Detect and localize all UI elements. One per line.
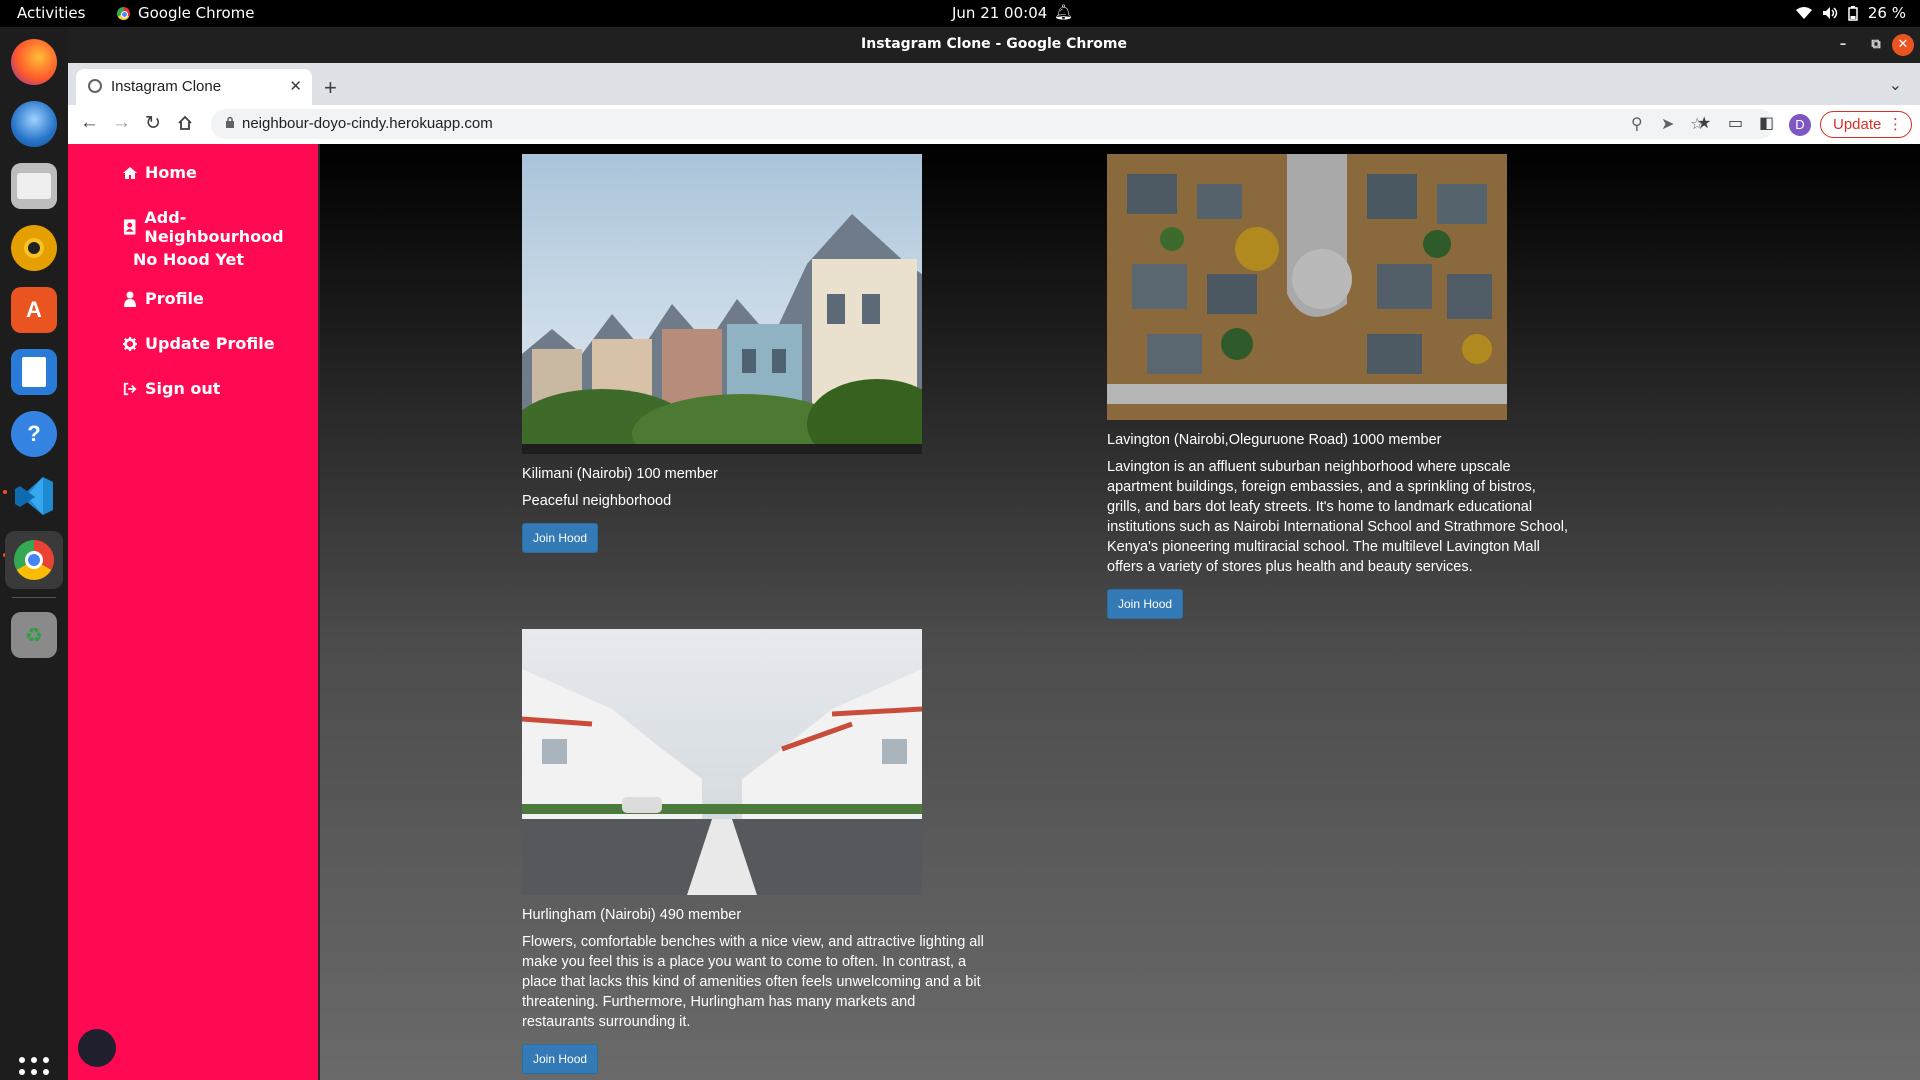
system-tray[interactable]: 26 % [1795,4,1906,22]
sidebar-item-profile[interactable]: Profile [123,289,204,308]
hood-description: Flowers, comfortable benches with a nice… [522,934,984,1030]
join-hood-button[interactable]: Join Hood [522,523,599,553]
sidebar-item-label: Profile [145,289,204,308]
hood-name: Lavington (Nairobi,Oleguruone Road) 1000… [1107,432,1442,448]
tab-strip: Instagram Clone ✕ + ⌄ [68,63,1920,105]
sidebar-item-label: Update Profile [145,334,275,353]
url-text: neighbour-doyo-cindy.herokuapp.com [242,115,493,132]
hood-description: Lavington is an affluent suburban neighb… [1107,459,1569,575]
sidebar-item-no-hood[interactable]: No Hood Yet [133,250,244,269]
white-houses-street-photo [522,629,922,895]
chrome-icon [117,6,130,20]
battery-icon [1848,5,1858,21]
hood-name: Kilimani (Nairobi) 100 member [522,466,718,482]
tab-search-icon[interactable]: ⌄ [1889,75,1902,95]
page-viewport: Home Add-Neighbourhood No Hood Yet Profi… [68,144,1920,1080]
sidebar-item-home[interactable]: Home [123,163,197,182]
help-icon[interactable]: ? [11,411,57,457]
chrome-dock-icon[interactable] [5,531,63,589]
profile-avatar[interactable]: D [1789,114,1811,136]
sidebar-item-add-neighbourhood[interactable]: Add-Neighbourhood [123,208,318,246]
wifi-icon [1795,7,1812,19]
address-bar[interactable]: neighbour-doyo-cindy.herokuapp.com ⚲ ➤ ☆ [211,109,1774,139]
show-apps-icon[interactable] [19,1057,49,1080]
sidebar-item-label: Home [145,163,197,182]
system-top-bar: Activities Google Chrome Jun 21 00:04 🔔︎… [0,0,1920,27]
user-avatar[interactable] [78,1029,116,1067]
activities-button[interactable]: Activities [17,4,85,22]
sidebar-item-sign-out[interactable]: Sign out [123,379,220,398]
address-book-icon [123,219,136,235]
send-icon[interactable]: ➤ [1661,114,1674,134]
aerial-suburb-photo [1107,154,1507,420]
window-title: Instagram Clone - Google Chrome [861,36,1127,52]
running-indicator [3,490,7,494]
more-icon: ⋮ [1888,116,1903,133]
thunderbird-icon[interactable] [11,101,57,147]
home-button-icon[interactable] [177,115,193,131]
victorian-houses-photo [522,154,922,454]
rhythmbox-icon[interactable] [11,225,57,271]
trash-icon[interactable]: ♻ [11,612,57,658]
hood-description: Peaceful neighborhood [522,493,672,509]
update-label: Update [1833,116,1882,133]
dock-separator [12,597,56,598]
back-icon[interactable]: ← [80,112,99,134]
cast-icon[interactable]: ▭ [1728,113,1743,133]
forward-icon[interactable]: → [112,112,131,134]
sidebar-item-label: Sign out [145,379,221,398]
sidebar-item-label: Add-Neighbourhood [144,208,284,246]
alarm-icon: 🔔︎ [1054,3,1074,21]
join-hood-button[interactable]: Join Hood [522,1044,599,1074]
maximize-icon[interactable]: ⧉ [1865,34,1887,56]
clock[interactable]: Jun 21 00:04 [952,4,1047,22]
extensions-icon[interactable]: ★ [1697,113,1711,133]
reload-icon[interactable]: ↻ [145,112,161,135]
hood-card: Hurlingham (Nairobi) 490 member Flowers,… [522,629,987,1074]
window-titlebar: Instagram Clone - Google Chrome – ⧉ ✕ [68,27,1920,63]
hood-card: Kilimani (Nairobi) 100 member Peaceful n… [522,154,987,553]
join-hood-button[interactable]: Join Hood [1107,589,1184,619]
sidebar-item-label: No Hood Yet [133,250,244,269]
new-tab-icon[interactable]: + [324,75,337,101]
vscode-icon[interactable] [11,473,57,519]
browser-window: Instagram Clone - Google Chrome – ⧉ ✕ In… [68,27,1920,1080]
side-panel-icon[interactable]: ◧ [1759,113,1774,133]
hood-name: Hurlingham (Nairobi) 490 member [522,907,742,923]
firefox-icon[interactable] [11,39,57,85]
battery-percentage: 26 % [1867,4,1906,22]
close-window-icon[interactable]: ✕ [1892,34,1914,56]
key-icon[interactable]: ⚲ [1631,114,1643,134]
sidebar: Home Add-Neighbourhood No Hood Yet Profi… [68,144,320,1080]
files-icon[interactable] [11,163,57,209]
app-name: Google Chrome [138,4,255,22]
lock-icon[interactable] [225,116,235,128]
minimize-icon[interactable]: – [1832,34,1854,56]
home-icon [123,166,137,179]
sign-out-icon [123,382,137,395]
browser-toolbar: ← → ↻ neighbour-doyo-cindy.herokuapp.com… [68,105,1920,144]
gear-icon [123,336,137,351]
software-center-icon[interactable]: A [11,287,57,333]
writer-icon[interactable] [11,349,57,395]
user-icon [124,291,136,307]
app-menu[interactable]: Google Chrome [117,4,255,22]
tab-instagram-clone[interactable]: Instagram Clone ✕ [76,69,312,105]
update-button[interactable]: Update ⋮ [1820,111,1912,138]
globe-icon [88,79,102,93]
sidebar-item-update-profile[interactable]: Update Profile [123,334,275,353]
dock: A ? ♻ [0,27,68,1080]
close-tab-icon[interactable]: ✕ [289,77,302,95]
volume-icon [1822,7,1838,19]
tab-title: Instagram Clone [111,78,222,95]
hood-card: Lavington (Nairobi,Oleguruone Road) 1000… [1107,154,1572,619]
